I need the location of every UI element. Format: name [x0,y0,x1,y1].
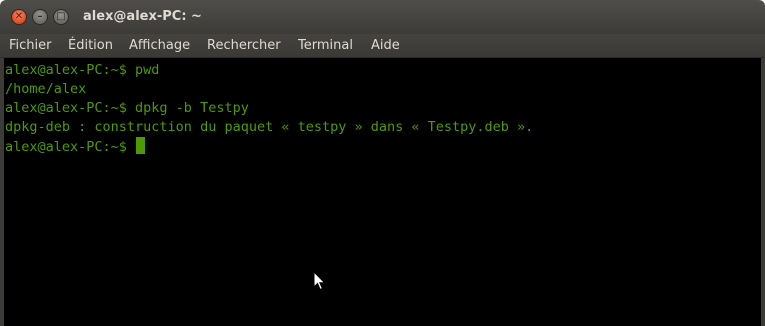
minimize-icon[interactable]: – [32,9,48,25]
text-cursor [136,137,146,154]
maximize-icon[interactable]: □ [53,9,69,25]
terminal-line: dpkg-deb : construction du paquet « test… [5,119,534,135]
menu-fichier[interactable]: Fichier [9,38,52,53]
menu-terminal[interactable]: Terminal [298,38,353,53]
terminal-prompt: alex@alex-PC:~$ [5,139,136,155]
menu-edition[interactable]: Édition [68,38,113,53]
mouse-pointer-icon [313,271,326,291]
terminal-line: /home/alex [5,81,87,97]
terminal-line: alex@alex-PC:~$ dpkg -b Testpy [5,100,249,116]
menu-aide[interactable]: Aide [371,38,400,53]
terminal-output[interactable]: alex@alex-PC:~$ pwd /home/alex alex@alex… [4,58,761,326]
terminal-line: alex@alex-PC:~$ pwd [5,62,160,78]
terminal-window: ✕ – □ alex@alex-PC: ~ Fichier Édition Af… [0,0,765,326]
terminal-prompt-line[interactable]: alex@alex-PC:~$ [5,137,761,156]
menu-rechercher[interactable]: Rechercher [207,38,281,53]
menu-bar: Fichier Édition Affichage Rechercher Ter… [0,34,765,58]
terminal-frame-right [761,58,765,326]
close-icon[interactable]: ✕ [11,9,27,25]
menu-affichage[interactable]: Affichage [129,38,190,53]
window-title: alex@alex-PC: ~ [83,9,202,24]
title-bar[interactable]: ✕ – □ alex@alex-PC: ~ [0,0,765,34]
